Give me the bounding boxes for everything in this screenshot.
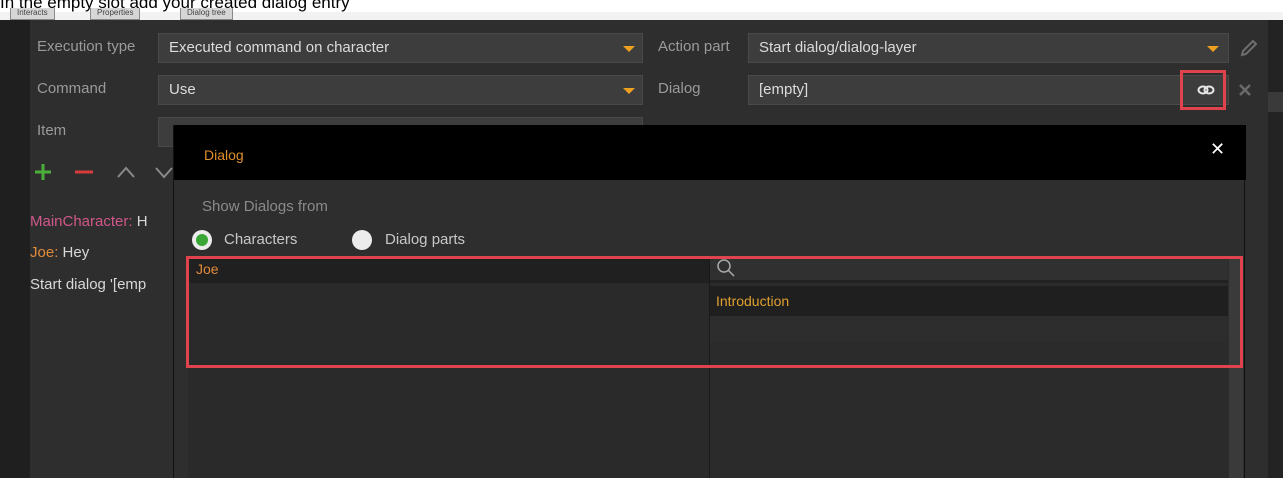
action-part-value: Start dialog/dialog-layer [759, 39, 917, 56]
chevron-up-icon[interactable] [115, 162, 137, 187]
list-item[interactable]: Start dialog '[emp [30, 276, 146, 293]
tab-properties[interactable]: Properties [90, 8, 141, 20]
plus-icon[interactable] [33, 162, 53, 187]
minus-icon[interactable] [73, 162, 95, 187]
list-item[interactable]: Joe: Hey [30, 244, 89, 261]
highlight-selection-area [186, 256, 1243, 368]
tab-strip: Interacts Properties Dialog tree [0, 8, 1283, 20]
chevron-down-icon [1207, 46, 1219, 52]
left-panel-strip [0, 20, 30, 478]
command-dropdown[interactable]: Use [158, 75, 643, 105]
editor-window: Interacts Properties Dialog tree Executi… [0, 8, 1283, 478]
dialog-label: Dialog [658, 80, 701, 97]
line-text: H [136, 213, 148, 230]
radio-dialog-parts[interactable] [352, 230, 372, 250]
command-value: Use [169, 81, 196, 98]
dialog-title-bar: Dialog ✕ [174, 125, 1246, 180]
chevron-down-icon [623, 88, 635, 94]
radio-characters[interactable] [192, 230, 212, 250]
close-icon[interactable]: ✕ [1210, 139, 1225, 160]
pencil-icon[interactable] [1236, 35, 1262, 61]
item-label: Item [37, 122, 67, 139]
chevron-down-icon [623, 46, 635, 52]
execution-type-dropdown[interactable]: Executed command on character [158, 33, 643, 63]
dialog-slot-field[interactable]: [empty] [748, 75, 1229, 105]
highlight-link-button [1180, 70, 1226, 110]
command-label: Command [37, 80, 107, 97]
tab-interacts[interactable]: Interacts [10, 8, 55, 20]
execution-type-label: Execution type [37, 38, 136, 55]
speaker-name: Joe [30, 244, 55, 261]
dialog-picker-window: Dialog ✕ Show Dialogs from Characters Di… [173, 125, 1246, 478]
tab-dialog-tree[interactable]: Dialog tree [180, 8, 233, 20]
radio-characters-label: Characters [224, 231, 298, 248]
speaker-name: MainCharacter [30, 213, 129, 230]
radio-dialog-parts-label: Dialog parts [385, 231, 466, 248]
chevron-down-icon[interactable] [153, 162, 173, 187]
close-icon[interactable] [1232, 77, 1258, 103]
dialog-title: Dialog [204, 147, 244, 163]
action-part-label: Action part [658, 38, 730, 55]
line-text: Hey [62, 244, 90, 261]
dialog-slot-value: [empty] [759, 81, 809, 98]
execution-type-value: Executed command on character [169, 39, 390, 56]
right-panel-strip [1268, 20, 1283, 478]
show-from-label: Show Dialogs from [202, 198, 328, 215]
list-item[interactable]: MainCharacter: H [30, 213, 148, 230]
action-part-dropdown[interactable]: Start dialog/dialog-layer [748, 33, 1229, 63]
line-text: Start dialog '[emp [30, 276, 147, 293]
